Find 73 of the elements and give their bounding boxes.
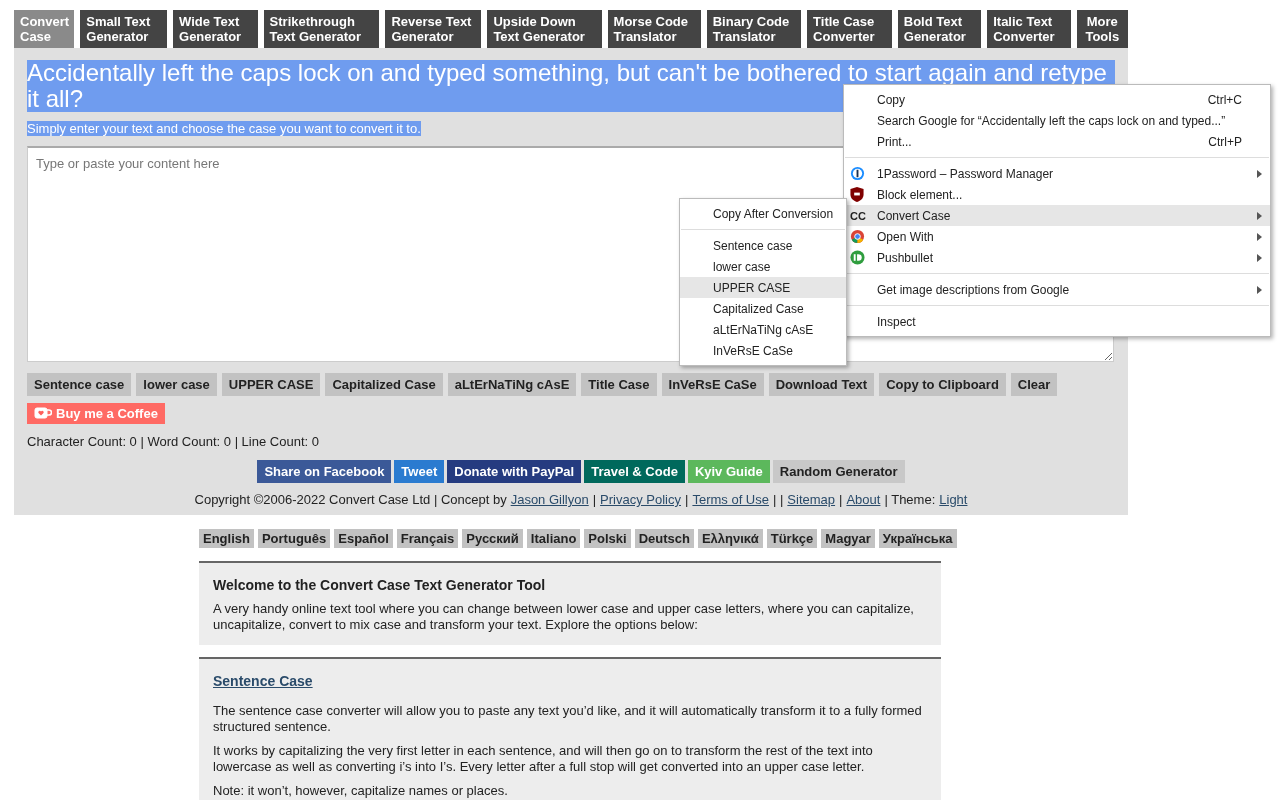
footer-text: | | <box>773 492 784 507</box>
case-button[interactable]: lower case <box>136 373 217 396</box>
case-button[interactable]: aLtErNaTiNg cAsE <box>447 373 577 396</box>
language-link[interactable]: Magyar <box>821 529 875 548</box>
nav-tab[interactable]: Italic Text Converter <box>987 10 1071 48</box>
browser-icon <box>850 229 865 244</box>
submenu-item[interactable]: Sentence case <box>680 235 846 256</box>
language-link[interactable]: Deutsch <box>634 529 694 548</box>
language-link[interactable]: Français <box>396 529 459 548</box>
context-menu-item[interactable]: Search Google for “Accidentally left the caps lock on and typed...” <box>844 110 1270 131</box>
language-link[interactable]: Italiano <box>526 529 581 548</box>
footer-text: Copyright ©2006-2022 Convert Case Ltd | Concept by <box>194 492 507 507</box>
nav-tab[interactable]: Wide Text Generator <box>173 10 258 48</box>
section-title-link[interactable]: Sentence Case <box>213 673 313 689</box>
section-paragraph: It works by capitalizing the very first letter in each sentence, and will then go on to transform the rest of the text into lowercase as well as converting i’s into I’s. Every letter after a full stop will get converted into an upper case letter. <box>213 743 874 775</box>
nav-tab[interactable]: Upside Down Text Generator <box>487 10 602 48</box>
case-button[interactable]: Sentence case <box>27 373 132 396</box>
footer-link[interactable]: Terms of Use <box>692 492 769 507</box>
card-title: Welcome to the Convert Case Text Generator Tool <box>213 577 547 593</box>
share-button[interactable]: Random Generator <box>772 460 905 483</box>
section-paragraph: The sentence case converter will allow you to paste any text you’d like, and it will automatically transform it to a fully formed structured sentence. <box>213 703 923 735</box>
case-button[interactable]: UPPER CASE <box>221 373 321 396</box>
submenu-item[interactable]: aLtErNaTiNg cAsE <box>680 319 846 340</box>
case-button[interactable]: Capitalized Case <box>325 373 443 396</box>
footer-link[interactable]: Light <box>939 492 968 507</box>
case-button[interactable]: Title Case <box>581 373 657 396</box>
page-subtitle: Simply enter your text and choose the case you want to convert it to. <box>27 121 421 136</box>
language-link[interactable]: Ελληνικά <box>697 529 763 548</box>
language-link[interactable]: Español <box>334 529 393 548</box>
footer-link[interactable]: About <box>846 492 881 507</box>
footer-text: | <box>592 492 597 507</box>
bullet-circle-icon <box>850 250 865 265</box>
language-link[interactable]: Português <box>257 529 331 548</box>
shield-icon <box>850 187 864 202</box>
nav-tab[interactable]: Morse Code Translator <box>607 10 701 48</box>
language-link[interactable]: Polski <box>584 529 631 548</box>
share-button[interactable]: Tweet <box>394 460 445 483</box>
case-button[interactable]: Download Text <box>768 373 875 396</box>
nav-tab[interactable]: More Tools <box>1076 10 1128 48</box>
context-menu-item[interactable]: CC Convert Case <box>844 205 1270 226</box>
language-link[interactable]: Русский <box>462 529 523 548</box>
submenu-item[interactable]: InVeRsE CaSe <box>680 340 846 361</box>
submenu-item[interactable]: UPPER CASE <box>680 277 846 298</box>
submenu-item[interactable]: lower case <box>680 256 846 277</box>
logo-text: CC <box>850 209 866 222</box>
footer-text: | <box>839 492 843 507</box>
footer-link[interactable]: Privacy Policy <box>600 492 681 507</box>
case-button[interactable]: Clear <box>1010 373 1058 396</box>
share-button[interactable]: Donate with PayPal <box>447 460 582 483</box>
case-button[interactable]: InVeRsE CaSe <box>661 373 764 396</box>
submenu-item[interactable]: Capitalized Case <box>680 298 846 319</box>
nav-tab[interactable]: Bold Text Generator <box>897 10 982 48</box>
section-paragraph: Note: it won’t, however, capitalize names or places. <box>213 783 509 799</box>
footer-link[interactable]: Sitemap <box>787 492 836 507</box>
nav-tab[interactable]: Small Text Generator <box>80 10 167 48</box>
footer-text: | Theme: <box>884 492 936 507</box>
case-button[interactable]: Copy to Clipboard <box>879 373 1006 396</box>
nav-tab[interactable]: Title Case Converter <box>807 10 892 48</box>
key-circle-icon <box>850 166 865 181</box>
count-stats: Character Count: 0 | Word Count: 0 | Line Count: 0 <box>26 433 320 449</box>
footer-link[interactable]: Jason Gillyon <box>510 492 589 507</box>
share-button[interactable]: Share on Facebook <box>257 460 392 483</box>
card-text: A very handy online text tool where you can change between lower case and upper case letters, where you can capitalize, uncapitalize, convert to mix case and transform your text. Explore the options below: <box>213 601 915 633</box>
language-link[interactable]: Українська <box>878 529 957 548</box>
language-link[interactable]: English <box>199 529 254 548</box>
nav-tab[interactable]: Reverse Text Generator <box>385 10 482 48</box>
language-link[interactable]: Türkçe <box>766 529 818 548</box>
nav-tab[interactable]: Binary Code Translator <box>706 10 802 48</box>
nav-tab[interactable]: Strikethrough Text Generator <box>263 10 380 48</box>
footer-text: | <box>685 492 689 507</box>
submenu-item[interactable]: Copy After Conversion <box>680 203 846 224</box>
share-button[interactable]: Travel & Code <box>584 460 685 483</box>
coffee-cup-icon <box>34 407 52 420</box>
